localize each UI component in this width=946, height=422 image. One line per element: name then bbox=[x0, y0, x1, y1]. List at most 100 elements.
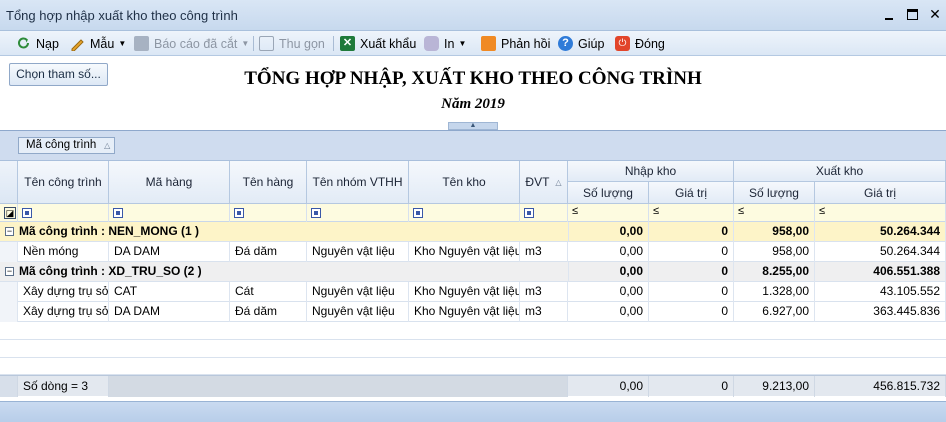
footer-total-nhap-gia-tri: 0 bbox=[649, 376, 734, 397]
cell-ten-nhom[interactable]: Nguyên vật liệu bbox=[307, 242, 409, 262]
band-label: Nhập kho bbox=[624, 164, 677, 178]
cell-ten-kho[interactable]: Kho Nguyên vật liệu bbox=[409, 242, 520, 262]
group-caption: Mã công trình : XD_TRU_SO (2 ) bbox=[19, 264, 202, 278]
table-row[interactable]: Xây dựng trụ sở DA DAM Đá dăm Nguyên vật… bbox=[0, 302, 946, 322]
cell-xuat-so-luong[interactable]: 6.927,00 bbox=[734, 302, 815, 322]
collapse-icon bbox=[259, 36, 274, 51]
collapse-header-toggle[interactable]: ▲ bbox=[448, 122, 498, 130]
cell-xuat-gia-tri[interactable]: 43.105.552 bbox=[815, 282, 946, 302]
col-header-ma-hang[interactable]: Mã hàng bbox=[109, 161, 230, 204]
filter-le-operator: ≤ bbox=[653, 205, 660, 217]
filter-cell-xuat-so-luong[interactable]: ≤ bbox=[734, 204, 815, 222]
cell-dvt[interactable]: m3 bbox=[520, 302, 568, 322]
group-chip-ma-cong-trinh[interactable]: Mã công trình △ bbox=[18, 137, 116, 154]
table-row[interactable]: Xây dựng trụ sở CAT Cát Nguyên vật liệu … bbox=[0, 282, 946, 302]
filter-cell-ten-nhom[interactable] bbox=[307, 204, 409, 222]
bao-cao-label: Báo cáo đã cắt bbox=[154, 36, 238, 51]
cell-nhap-so-luong[interactable]: 0,00 bbox=[568, 242, 649, 262]
giup-button[interactable]: ? Giúp bbox=[558, 35, 604, 52]
footer-total-xuat-gia-tri: 456.815.732 bbox=[815, 376, 946, 397]
table-row[interactable]: Nền móng DA DAM Đá dăm Nguyên vật liệu K… bbox=[0, 242, 946, 262]
maximize-button[interactable] bbox=[907, 9, 918, 20]
cell-ma-hang[interactable]: CAT bbox=[109, 282, 230, 302]
cell-nhap-so-luong[interactable]: 0,00 bbox=[568, 302, 649, 322]
thu-gon-button[interactable]: Thu gọn bbox=[259, 35, 325, 52]
cell-xuat-so-luong[interactable]: 1.328,00 bbox=[734, 282, 815, 302]
collapse-group-icon[interactable]: − bbox=[5, 267, 14, 276]
filter-le-operator: ≤ bbox=[738, 205, 745, 217]
cell-ten-hang[interactable]: Đá dăm bbox=[230, 242, 307, 262]
cell-ma-hang[interactable]: DA DAM bbox=[109, 302, 230, 322]
band-label: Xuất kho bbox=[815, 164, 864, 178]
collapse-group-icon[interactable]: − bbox=[5, 227, 14, 236]
group-by-panel: Mã công trình △ bbox=[0, 131, 946, 161]
cell-ten-nhom[interactable]: Nguyên vật liệu bbox=[307, 302, 409, 322]
group-sum-nhap-gia-tri: 0 bbox=[649, 222, 734, 242]
filter-cell-xuat-gia-tri[interactable]: ≤ bbox=[815, 204, 946, 222]
cell-nhap-gia-tri[interactable]: 0 bbox=[649, 242, 734, 262]
chevron-down-icon: ▼ bbox=[458, 39, 467, 48]
xuat-khau-button[interactable]: ✕ Xuất khẩu bbox=[340, 35, 416, 52]
filter-cell-ten-kho[interactable] bbox=[409, 204, 520, 222]
cell-ten-cong-trinh[interactable]: Nền móng bbox=[18, 242, 109, 262]
mau-button[interactable]: Mẫu ▼ bbox=[70, 35, 126, 52]
col-header-ten-nhom[interactable]: Tên nhóm VTHH bbox=[307, 161, 409, 204]
cell-dvt[interactable]: m3 bbox=[520, 282, 568, 302]
col-label: Tên hàng bbox=[242, 175, 294, 189]
excel-icon: ✕ bbox=[340, 36, 355, 51]
group-row-xd-tru-so[interactable]: − Mã công trình : XD_TRU_SO (2 ) 0,00 0 … bbox=[0, 262, 946, 282]
filter-cell-ma-hang[interactable] bbox=[109, 204, 230, 222]
phan-hoi-button[interactable]: Phản hồi bbox=[481, 35, 550, 52]
col-header-nhap-so-luong[interactable]: Số lượng bbox=[568, 182, 649, 204]
cell-ten-nhom[interactable]: Nguyên vật liệu bbox=[307, 282, 409, 302]
col-label: Tên nhóm VTHH bbox=[312, 175, 403, 189]
col-header-nhap-gia-tri[interactable]: Giá trị bbox=[649, 182, 734, 204]
col-header-dvt[interactable]: ĐVT △ bbox=[520, 161, 568, 204]
filter-cell-ten-hang[interactable] bbox=[230, 204, 307, 222]
col-header-ten-cong-trinh[interactable]: Tên công trình bbox=[18, 161, 109, 204]
group-sum-xuat-gia-tri: 50.264.344 bbox=[815, 222, 946, 242]
band-header-xuat-kho: Xuất kho bbox=[734, 161, 946, 182]
toolbar-separator bbox=[253, 36, 254, 51]
close-window-button[interactable]: ✕ bbox=[929, 7, 941, 21]
cell-xuat-gia-tri[interactable]: 363.445.836 bbox=[815, 302, 946, 322]
filter-cell-ten-cong-trinh[interactable] bbox=[18, 204, 109, 222]
cell-ten-kho[interactable]: Kho Nguyên vật liệu bbox=[409, 302, 520, 322]
cell-nhap-gia-tri[interactable]: 0 bbox=[649, 302, 734, 322]
filter-corner[interactable]: ◪ bbox=[0, 204, 18, 222]
cell-ten-kho[interactable]: Kho Nguyên vật liệu bbox=[409, 282, 520, 302]
group-chip-label: Mã công trình bbox=[26, 139, 97, 151]
filter-condition-icon bbox=[524, 208, 534, 218]
group-row-nen-mong[interactable]: − Mã công trình : NEN_MONG (1 ) 0,00 0 9… bbox=[0, 222, 946, 242]
footer-row-count: Số dòng = 3 bbox=[18, 376, 109, 397]
filter-condition-icon bbox=[413, 208, 423, 218]
filter-cell-dvt[interactable] bbox=[520, 204, 568, 222]
col-header-ten-hang[interactable]: Tên hàng bbox=[230, 161, 307, 204]
cell-xuat-gia-tri[interactable]: 50.264.344 bbox=[815, 242, 946, 262]
filter-cell-nhap-gia-tri[interactable]: ≤ bbox=[649, 204, 734, 222]
footer-indent bbox=[0, 376, 18, 397]
cell-ma-hang[interactable]: DA DAM bbox=[109, 242, 230, 262]
save-icon bbox=[134, 36, 149, 51]
cell-dvt[interactable]: m3 bbox=[520, 242, 568, 262]
nap-button[interactable]: Nạp bbox=[16, 35, 59, 52]
minimize-button[interactable] bbox=[883, 9, 895, 21]
bao-cao-da-cat-button[interactable]: Báo cáo đã cắt ▼ bbox=[134, 35, 249, 52]
col-header-xuat-gia-tri[interactable]: Giá trị bbox=[815, 182, 946, 204]
cell-nhap-so-luong[interactable]: 0,00 bbox=[568, 282, 649, 302]
cell-xuat-so-luong[interactable]: 958,00 bbox=[734, 242, 815, 262]
cell-ten-hang[interactable]: Cát bbox=[230, 282, 307, 302]
filter-clear-icon: ◪ bbox=[4, 207, 16, 219]
cell-ten-cong-trinh[interactable]: Xây dựng trụ sở bbox=[18, 302, 109, 322]
indent-header bbox=[0, 161, 18, 204]
group-sum-nhap-gia-tri: 0 bbox=[649, 262, 734, 282]
empty-row bbox=[0, 322, 946, 340]
cell-ten-hang[interactable]: Đá dăm bbox=[230, 302, 307, 322]
cell-ten-cong-trinh[interactable]: Xây dựng trụ sở bbox=[18, 282, 109, 302]
in-button[interactable]: In ▼ bbox=[424, 35, 466, 52]
dong-button[interactable]: ⏻ Đóng bbox=[615, 35, 665, 52]
filter-cell-nhap-so-luong[interactable]: ≤ bbox=[568, 204, 649, 222]
col-header-xuat-so-luong[interactable]: Số lượng bbox=[734, 182, 815, 204]
cell-nhap-gia-tri[interactable]: 0 bbox=[649, 282, 734, 302]
col-header-ten-kho[interactable]: Tên kho bbox=[409, 161, 520, 204]
